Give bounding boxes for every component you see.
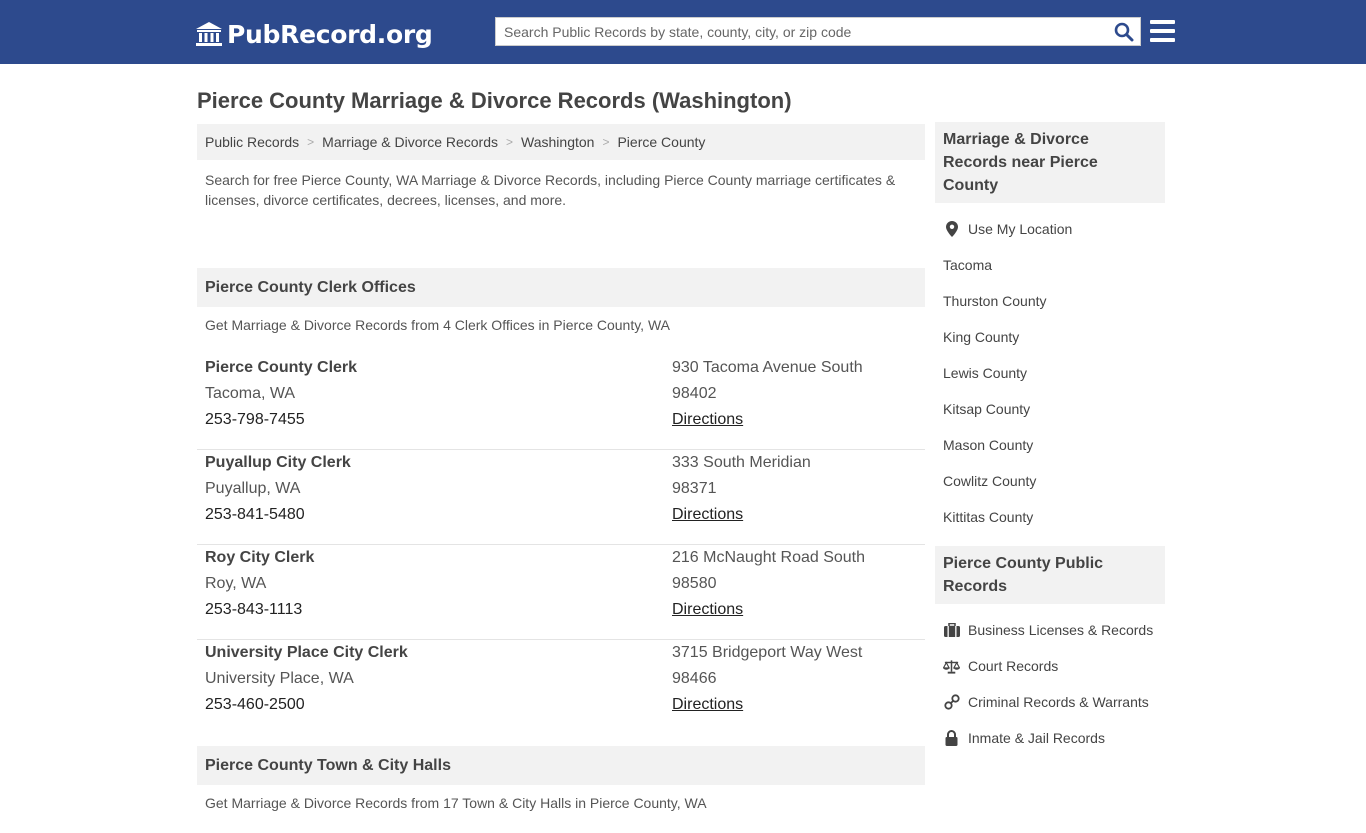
menu-bar [1150, 38, 1175, 42]
breadcrumb-public-records[interactable]: Public Records [205, 134, 299, 150]
nearby-link-king[interactable]: King County [935, 319, 1165, 355]
nearby-link-mason[interactable]: Mason County [935, 427, 1165, 463]
clerk-section-subtitle: Get Marriage & Divorce Records from 4 Cl… [205, 317, 670, 333]
criminal-records-link[interactable]: Criminal Records & Warrants [935, 684, 1165, 720]
nearby-list: Use My Location Tacoma Thurston County K… [935, 203, 1165, 535]
office-phone[interactable]: 253-798-7455 [205, 407, 357, 433]
search-button[interactable] [1108, 18, 1140, 45]
intro-text: Search for free Pierce County, WA Marria… [205, 172, 896, 208]
office-phone[interactable]: 253-843-1113 [205, 597, 314, 623]
nearby-link-cowlitz[interactable]: Cowlitz County [935, 463, 1165, 499]
directions-link[interactable]: Directions [672, 601, 743, 618]
logo-text: PubRecord.org [227, 19, 433, 49]
lock-icon [943, 730, 960, 747]
office-name[interactable]: Puyallup City Clerk [205, 450, 351, 476]
breadcrumb-separator: > [602, 135, 610, 149]
office-address: 216 McNaught Road South [672, 549, 866, 566]
inmate-jail-label: Inmate & Jail Records [968, 730, 1105, 746]
inmate-jail-link[interactable]: Inmate & Jail Records [935, 720, 1165, 756]
office-listing: Roy City Clerk Roy, WA 253-843-1113 216 … [197, 545, 925, 640]
business-licenses-label: Business Licenses & Records [968, 622, 1154, 638]
map-pin-icon [943, 221, 960, 238]
handcuffs-icon [943, 694, 960, 711]
public-records-title: Pierce County Public Records [935, 546, 1165, 604]
search-box [495, 17, 1141, 46]
main-content: Public Records > Marriage & Divorce Reco… [197, 124, 925, 833]
nearby-link-kitsap[interactable]: Kitsap County [935, 391, 1165, 427]
court-records-label: Court Records [968, 658, 1059, 674]
menu-bar [1150, 20, 1175, 24]
nearby-link-thurston[interactable]: Thurston County [935, 283, 1165, 319]
office-phone[interactable]: 253-841-5480 [205, 502, 351, 528]
clerk-section-title: Pierce County Clerk Offices [197, 268, 925, 307]
business-licenses-link[interactable]: Business Licenses & Records [935, 612, 1165, 648]
breadcrumb-separator: > [307, 135, 315, 149]
directions-link[interactable]: Directions [672, 696, 743, 713]
use-my-location-link[interactable]: Use My Location [935, 211, 1165, 247]
use-my-location-label: Use My Location [968, 221, 1073, 237]
office-listing: Puyallup City Clerk Puyallup, WA 253-841… [197, 450, 925, 545]
halls-section-title: Pierce County Town & City Halls [197, 746, 925, 785]
office-listing: University Place City Clerk University P… [197, 640, 925, 746]
breadcrumb-current: Pierce County [617, 134, 706, 150]
office-zip: 98466 [672, 670, 717, 687]
breadcrumb: Public Records > Marriage & Divorce Reco… [197, 124, 925, 160]
office-zip: 98580 [672, 575, 717, 592]
office-city: Puyallup, WA [205, 480, 301, 497]
menu-bar [1150, 29, 1175, 33]
directions-link[interactable]: Directions [672, 411, 743, 428]
office-zip: 98402 [672, 385, 717, 402]
nearby-link-kittitas[interactable]: Kittitas County [935, 499, 1165, 535]
briefcase-icon [943, 622, 960, 639]
office-name[interactable]: University Place City Clerk [205, 640, 408, 666]
scales-icon [943, 658, 960, 675]
office-city: University Place, WA [205, 670, 354, 687]
search-input[interactable] [496, 18, 1108, 45]
halls-section-subtitle: Get Marriage & Divorce Records from 17 T… [205, 795, 707, 811]
office-city: Tacoma, WA [205, 385, 296, 402]
breadcrumb-washington[interactable]: Washington [521, 134, 594, 150]
office-address: 333 South Meridian [672, 454, 811, 471]
nearby-records-title: Marriage & Divorce Records near Pierce C… [935, 122, 1165, 203]
office-phone[interactable]: 253-460-2500 [205, 692, 408, 718]
nearby-link-lewis[interactable]: Lewis County [935, 355, 1165, 391]
directions-link[interactable]: Directions [672, 506, 743, 523]
search-icon [1114, 22, 1134, 41]
breadcrumb-marriage-divorce[interactable]: Marriage & Divorce Records [322, 134, 498, 150]
office-listing: Pierce County Clerk Tacoma, WA 253-798-7… [197, 355, 925, 450]
public-records-list: Business Licenses & Records Court Record… [935, 604, 1165, 756]
sidebar: Marriage & Divorce Records near Pierce C… [935, 122, 1165, 756]
top-navbar: PubRecord.org [0, 0, 1366, 64]
office-city: Roy, WA [205, 575, 267, 592]
hamburger-menu-button[interactable] [1150, 20, 1175, 42]
nearby-link-tacoma[interactable]: Tacoma [935, 247, 1165, 283]
court-records-link[interactable]: Court Records [935, 648, 1165, 684]
office-zip: 98371 [672, 480, 717, 497]
office-address: 930 Tacoma Avenue South [672, 359, 863, 376]
breadcrumb-separator: > [506, 135, 514, 149]
office-name[interactable]: Roy City Clerk [205, 545, 314, 571]
criminal-records-label: Criminal Records & Warrants [968, 694, 1149, 710]
site-logo[interactable]: PubRecord.org [195, 18, 433, 50]
courthouse-icon [196, 22, 222, 46]
page-title: Pierce County Marriage & Divorce Records… [197, 88, 792, 113]
office-name[interactable]: Pierce County Clerk [205, 355, 357, 381]
office-address: 3715 Bridgeport Way West [672, 644, 863, 661]
